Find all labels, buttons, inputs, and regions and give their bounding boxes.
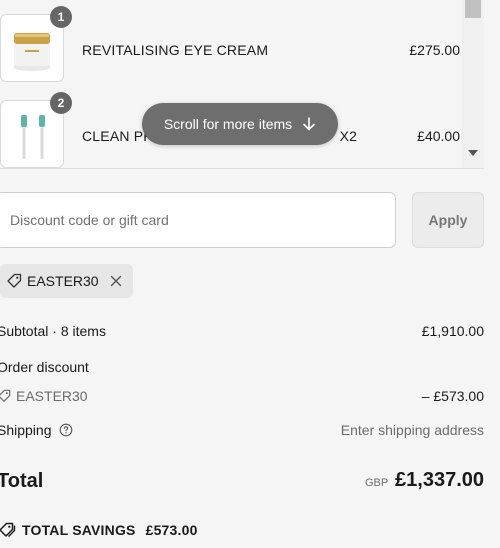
discount-code-row: EASTER30 – £573.00	[0, 388, 484, 406]
shipping-label: Shipping	[0, 422, 52, 438]
order-discount-label: Order discount	[0, 359, 89, 375]
order-discount-row: Order discount	[0, 359, 484, 375]
remove-discount-button[interactable]	[110, 275, 122, 287]
quantity-badge: 1	[50, 6, 72, 28]
item-price: £40.00	[417, 128, 460, 144]
scroll-hint-label: Scroll for more items	[163, 116, 293, 132]
scrollbar-thumb[interactable]	[465, 0, 481, 18]
shipping-value: Enter shipping address	[340, 422, 484, 438]
line-items-list: 1 REVITALISING EYE CREAM £275.00 2 CLEAN…	[0, 0, 484, 169]
discount-code-text: EASTER30	[16, 388, 88, 404]
arrow-down-icon	[303, 117, 315, 131]
item-price: £275.00	[409, 42, 460, 58]
item-name: REVITALISING EYE CREAM	[82, 42, 269, 58]
close-icon	[110, 275, 121, 287]
discount-code-input[interactable]	[0, 192, 396, 248]
savings-value: £573.00	[145, 522, 198, 538]
currency-code: GBP	[365, 477, 389, 489]
savings-label: TOTAL SAVINGS	[22, 522, 136, 538]
tag-icon	[0, 389, 11, 402]
shipping-row: Shipping Enter shipping address	[0, 422, 484, 438]
tag-icon	[7, 273, 22, 288]
discount-code-label: EASTER30	[27, 273, 99, 289]
applied-discount-tag: EASTER30	[0, 264, 133, 298]
apply-button[interactable]: Apply	[412, 192, 484, 248]
scroll-down-arrow-icon[interactable]	[468, 150, 478, 156]
total-label: Total	[0, 470, 44, 492]
subtotal-row: Subtotal · 8 items £1,910.00	[0, 323, 484, 339]
subtotal-value: £1,910.00	[421, 323, 484, 339]
total-value: £1,337.00	[395, 469, 484, 491]
line-item: 1 REVITALISING EYE CREAM £275.00	[0, 6, 460, 84]
tag-icon	[0, 522, 16, 537]
discount-value: – £573.00	[421, 388, 484, 404]
quantity-badge: 2	[50, 92, 72, 114]
scroll-for-more-button[interactable]: Scroll for more items	[142, 103, 338, 145]
subtotal-label: Subtotal · 8 items	[0, 323, 106, 339]
total-savings: TOTAL SAVINGS £573.00	[0, 522, 198, 538]
scrollbar[interactable]	[462, 0, 484, 168]
help-icon[interactable]	[59, 423, 73, 437]
